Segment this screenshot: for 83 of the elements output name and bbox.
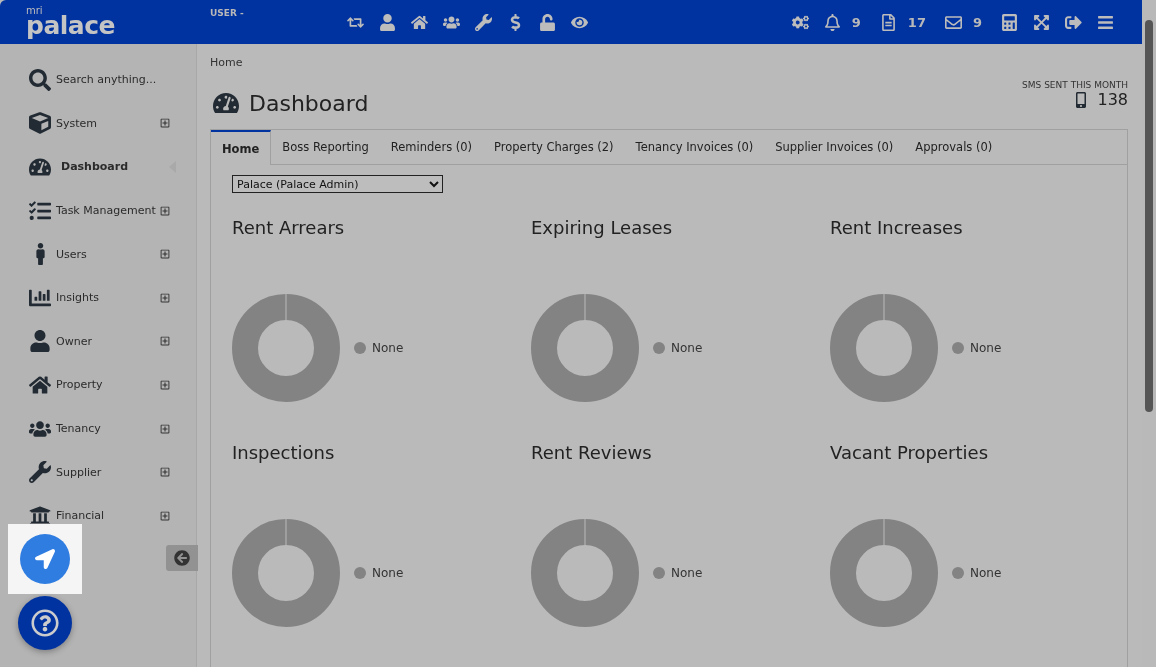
card-title: Vacant Properties xyxy=(830,442,990,463)
sidebar-item[interactable]: Owner xyxy=(56,334,160,348)
sms-label: SMS SENT THIS MONTH xyxy=(1022,80,1128,90)
expand-icon[interactable] xyxy=(160,249,170,260)
expand-icon[interactable] xyxy=(160,467,170,478)
counter: 17 xyxy=(907,14,926,30)
legend-dot xyxy=(653,567,665,579)
sidebar-item[interactable]: Financial xyxy=(56,509,160,523)
tour-beacon-button[interactable] xyxy=(20,534,70,584)
tab[interactable]: Supplier Invoices (0) xyxy=(764,130,905,164)
legend-label: None xyxy=(372,566,404,580)
breadcrumb[interactable]: Home xyxy=(210,56,1128,69)
sidebar-item[interactable]: Users xyxy=(56,247,160,261)
tab[interactable]: Property Charges (2) xyxy=(483,130,625,164)
bell-icon[interactable] xyxy=(823,13,841,31)
card-title: Rent Reviews xyxy=(531,442,653,463)
sidebar-item[interactable]: Dashboard xyxy=(61,160,182,174)
sidebar-item[interactable]: Property xyxy=(56,378,160,392)
counter: 9 xyxy=(972,14,982,30)
expand-icon[interactable] xyxy=(160,205,170,216)
legend-label: None xyxy=(970,341,1002,355)
card-title: Rent Increases xyxy=(830,217,964,238)
legend-dot xyxy=(354,567,366,579)
sms-count: 138 xyxy=(1097,90,1128,109)
logo-small-text: mri xyxy=(26,6,43,16)
menu-icon[interactable] xyxy=(1097,13,1114,31)
person-icon xyxy=(35,243,45,266)
help-icon xyxy=(31,609,59,637)
sidebar-item[interactable]: Tenancy xyxy=(56,422,160,436)
sidebar-item[interactable]: Insights xyxy=(56,291,160,305)
cogs-icon[interactable] xyxy=(791,13,809,31)
expand-icon[interactable] xyxy=(160,423,170,434)
collapse-sidebar-button[interactable] xyxy=(166,545,198,571)
legend-label: None xyxy=(671,341,703,355)
scrollbar-thumb[interactable] xyxy=(1145,20,1153,412)
search-field[interactable]: Search anything... xyxy=(56,73,182,87)
user-label: USER - xyxy=(210,8,245,18)
search-icon xyxy=(29,68,51,91)
expand-icon[interactable] xyxy=(160,292,170,303)
home-icon xyxy=(29,373,51,396)
page-title: Dashboard xyxy=(249,90,369,116)
checklist-icon xyxy=(29,199,51,222)
arrow-left-icon xyxy=(174,550,190,566)
legend-label: None xyxy=(372,341,404,355)
document-icon[interactable] xyxy=(879,13,897,31)
expand-icon[interactable] xyxy=(160,118,170,129)
legend-dot xyxy=(354,342,366,354)
sidebar-item[interactable]: Task Management xyxy=(56,204,160,218)
sign-out-icon[interactable] xyxy=(1065,13,1082,31)
unlock-icon[interactable] xyxy=(539,13,556,31)
cube-icon xyxy=(29,112,51,135)
home-icon[interactable] xyxy=(411,13,428,31)
expand-icon[interactable] xyxy=(160,379,170,390)
logo: palace xyxy=(26,13,116,38)
user-icon xyxy=(29,330,51,353)
card-title: Inspections xyxy=(232,442,336,463)
gauge-icon xyxy=(213,90,241,116)
tab[interactable]: Boss Reporting xyxy=(271,130,380,164)
gauge-icon xyxy=(29,156,51,178)
sidebar-item[interactable]: Supplier xyxy=(56,465,160,479)
wrench-icon[interactable] xyxy=(475,13,492,31)
user-icon[interactable] xyxy=(379,13,396,31)
expand-icon[interactable] xyxy=(160,510,170,521)
arrow-icon xyxy=(35,549,55,569)
tab[interactable]: Reminders (0) xyxy=(379,130,484,164)
counter: 9 xyxy=(851,14,861,30)
card-title: Expiring Leases xyxy=(531,217,674,238)
sidebar-item[interactable]: System xyxy=(56,116,160,130)
wrench-icon xyxy=(29,461,51,484)
legend-dot xyxy=(952,567,964,579)
card-title: Rent Arrears xyxy=(232,217,346,238)
tab[interactable]: Home xyxy=(211,130,272,165)
legend-label: None xyxy=(970,566,1002,580)
tab[interactable]: Tenancy Invoices (0) xyxy=(624,130,765,164)
expand-icon[interactable] xyxy=(160,336,170,347)
legend-dot xyxy=(653,342,665,354)
calculator-icon[interactable] xyxy=(1001,13,1018,31)
legend-label: None xyxy=(671,566,703,580)
tab[interactable]: Approvals (0) xyxy=(904,130,1004,164)
portfolio-select[interactable]: Palace (Palace Admin) xyxy=(232,175,443,193)
legend-dot xyxy=(952,342,964,354)
envelope-icon[interactable] xyxy=(944,13,962,31)
expand-icon[interactable] xyxy=(1033,13,1050,31)
